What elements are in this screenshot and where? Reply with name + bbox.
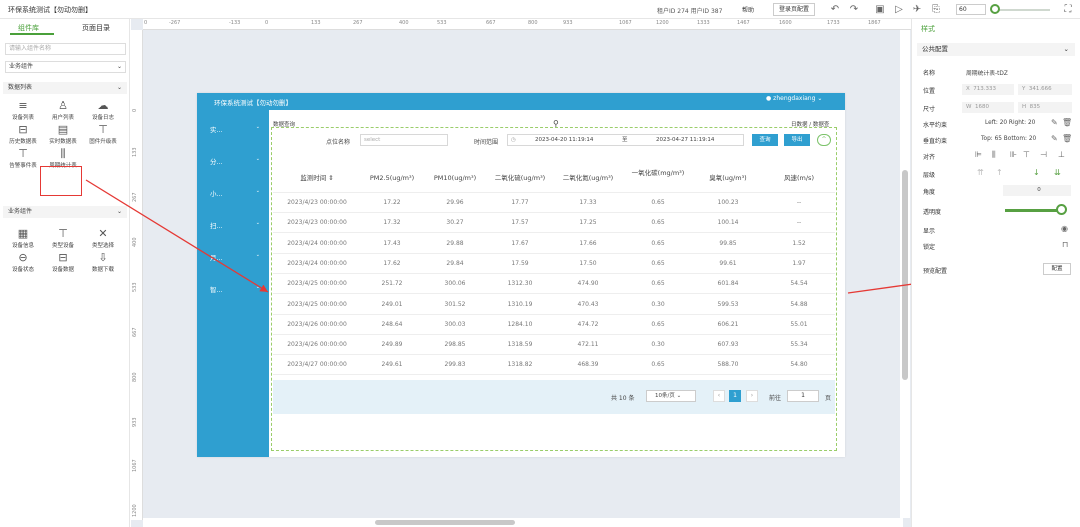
layer-label: 层级 <box>923 172 936 179</box>
width-input-value: 1680 <box>974 104 989 110</box>
opacity-label: 透明度 <box>923 209 942 216</box>
align-middle-icon[interactable]: ⊣ <box>1040 150 1047 159</box>
height-input-value: 835 <box>1029 104 1041 110</box>
v-constraint-label: 垂直约束 <box>923 138 948 145</box>
opacity-slider-knob[interactable] <box>1056 204 1067 215</box>
angle-input[interactable]: 0 <box>1003 185 1071 196</box>
align-left-icon[interactable]: ⊫ <box>975 150 982 159</box>
layer-up-icon[interactable]: ↑ <box>996 168 1003 177</box>
y-input-label: Y <box>1022 86 1026 92</box>
delete-icon[interactable]: 🗑 <box>1062 118 1072 127</box>
layer-top-icon[interactable]: ⇈ <box>977 168 984 177</box>
lock-icon[interactable]: ⊓ <box>1062 240 1068 249</box>
y-input[interactable]: Y 341.666 <box>1018 84 1072 95</box>
height-input-label: H <box>1022 104 1027 110</box>
width-input-label: W <box>966 104 972 110</box>
layer-down-icon[interactable]: ↓ <box>1033 168 1040 177</box>
edit-icon[interactable]: ✎ <box>1051 118 1058 127</box>
align-label: 对齐 <box>923 154 936 161</box>
chevron-down-icon: ⌄ <box>1063 45 1069 53</box>
size-label: 尺寸 <box>923 106 936 113</box>
section-common-config-label: 公共配置 <box>922 45 948 53</box>
component-name[interactable]: 周期统计表-tDZ <box>966 68 1008 77</box>
width-input[interactable]: W 1680 <box>962 102 1014 113</box>
delete-icon[interactable]: 🗑 <box>1062 134 1072 143</box>
h-constraint-label: 水平约束 <box>923 122 948 129</box>
angle-label: 角度 <box>923 189 936 196</box>
x-input-value: 713.333 <box>973 86 997 92</box>
eye-icon[interactable]: ◉ <box>1061 224 1068 233</box>
align-right-icon[interactable]: ⊪ <box>1010 150 1017 159</box>
show-label: 显示 <box>923 228 936 235</box>
x-input-label: X <box>966 86 970 92</box>
align-bottom-icon[interactable]: ⊥ <box>1058 150 1065 159</box>
edit-icon[interactable]: ✎ <box>1051 134 1058 143</box>
annotation-arrow-left <box>85 179 269 293</box>
align-center-icon[interactable]: ⫼ <box>992 150 996 160</box>
tab-style[interactable]: 样式 <box>921 24 935 34</box>
preview-config-label: 预览配置 <box>923 268 948 275</box>
position-label: 位置 <box>923 88 936 95</box>
preview-config-button[interactable]: 配置 <box>1043 263 1071 275</box>
y-input-value: 341.666 <box>1028 86 1052 92</box>
layer-bottom-icon[interactable]: ⇊ <box>1054 168 1061 177</box>
v-constraint-value: Top: 65 Bottom: 20 <box>981 136 1037 142</box>
height-input[interactable]: H 835 <box>1018 102 1072 113</box>
lock-label: 锁定 <box>923 244 936 251</box>
x-input[interactable]: X 713.333 <box>962 84 1014 95</box>
align-top-icon[interactable]: ⊤ <box>1023 150 1030 159</box>
name-label: 名称 <box>923 70 936 77</box>
h-constraint-value: Left: 20 Right: 20 <box>985 120 1036 126</box>
section-common-config[interactable]: 公共配置 ⌄ <box>917 43 1075 56</box>
